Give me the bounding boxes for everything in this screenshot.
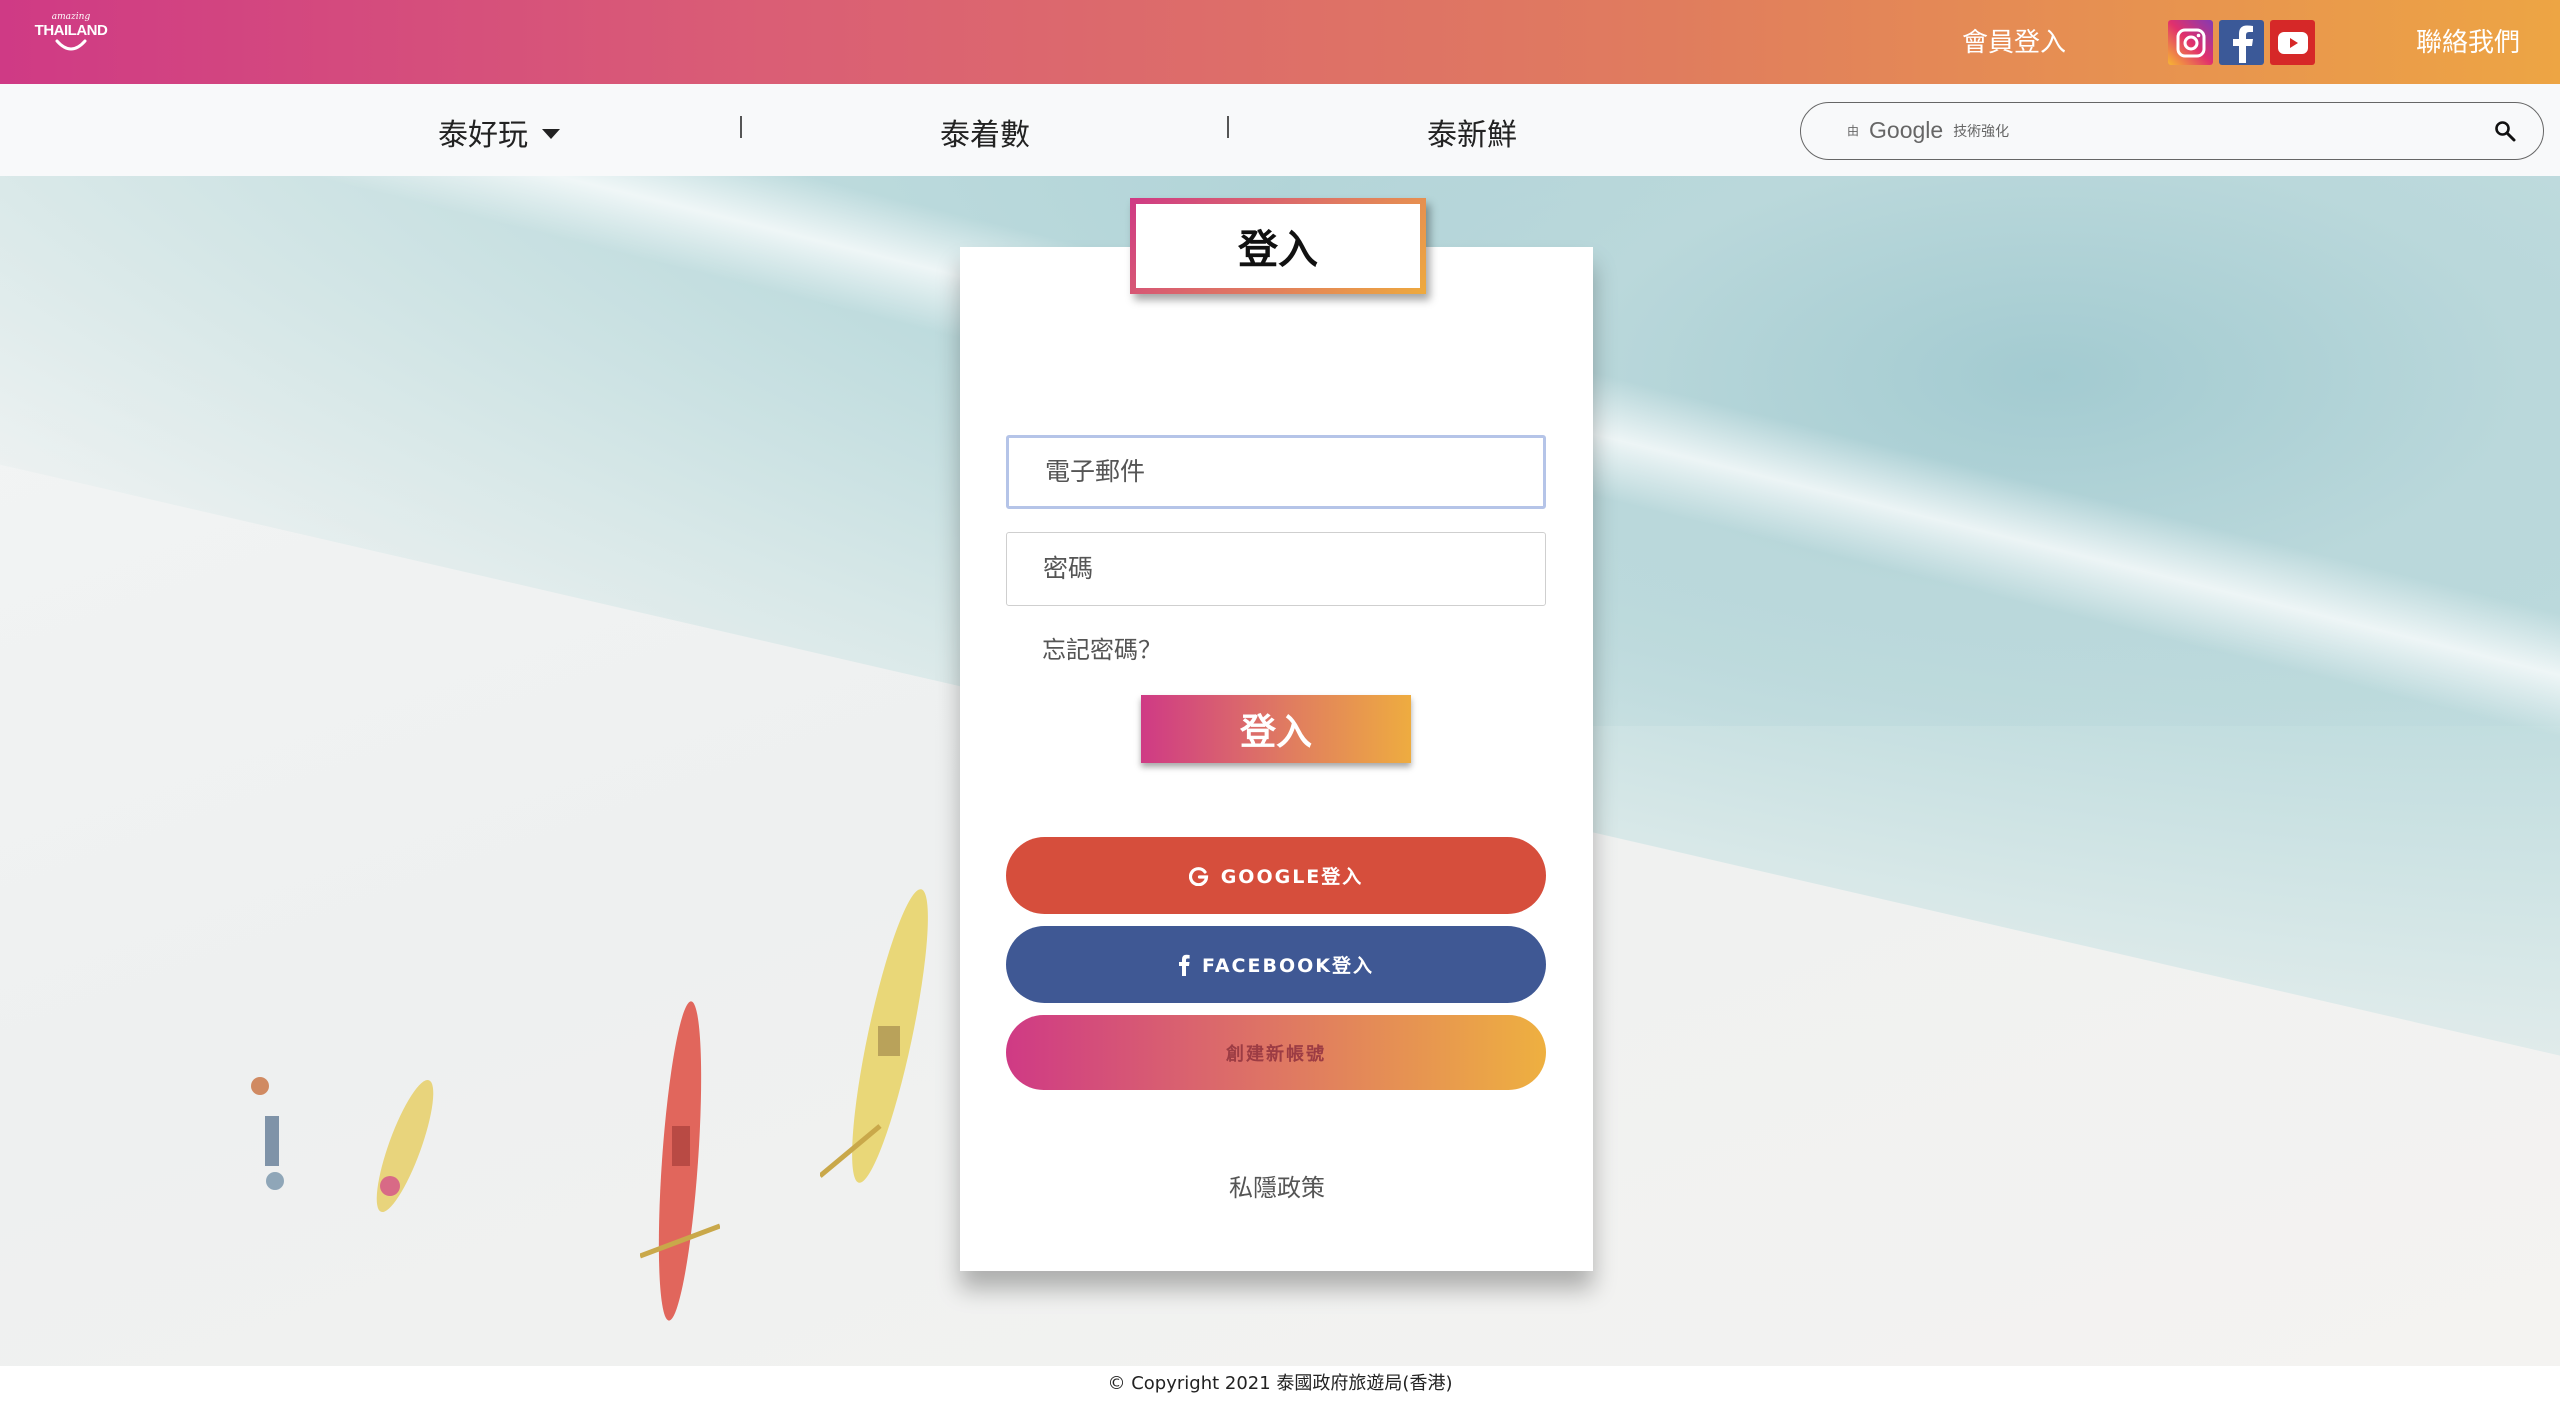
top-header: amazing THAILAND 會員登入 聯絡我們	[0, 0, 2560, 84]
red-kayak	[640, 1001, 720, 1321]
beach-people	[251, 1077, 284, 1190]
password-field[interactable]: 密碼	[1006, 532, 1546, 606]
search-brand-prefix: 由	[1847, 124, 1860, 138]
login-title-box: 登入	[1130, 198, 1426, 294]
email-field[interactable]: 電子郵件	[1006, 435, 1546, 509]
facebook-login-button[interactable]: FACEBOOK登入	[1006, 926, 1546, 1003]
search-brand-suffix: 技術強化	[1953, 123, 2010, 140]
facebook-f-icon	[1179, 954, 1190, 976]
logo-small-text: amazing	[51, 12, 91, 22]
google-login-label: GOOGLE登入	[1220, 866, 1364, 888]
google-login-button[interactable]: GOOGLE登入	[1006, 837, 1546, 914]
instagram-icon[interactable]	[2168, 20, 2213, 65]
logo-big-text: THAILAND	[34, 22, 108, 39]
nav-item-deals[interactable]: 泰着數	[940, 110, 1030, 154]
nav-item-play[interactable]: 泰好玩	[438, 110, 560, 154]
google-wordmark: Google	[1869, 117, 1944, 143]
privacy-policy-link[interactable]: 私隱政策	[1229, 1168, 1325, 1203]
small-yellow-kayak	[376, 1079, 434, 1213]
amazing-thailand-logo[interactable]: amazing THAILAND	[30, 12, 112, 72]
nav-item-label: 泰好玩	[438, 118, 528, 153]
login-button[interactable]: 登入	[1141, 695, 1411, 763]
google-g-icon	[1188, 866, 1208, 886]
member-login-link[interactable]: 會員登入	[1962, 22, 2066, 59]
site-search-input[interactable]: 由 Google 技術強化	[1800, 102, 2544, 160]
main-nav: 泰好玩 泰着數 泰新鮮 由 Google 技術強化	[0, 84, 2560, 176]
caret-down-icon	[542, 128, 560, 139]
contact-us-link[interactable]: 聯絡我們	[2416, 22, 2520, 59]
facebook-icon[interactable]	[2219, 20, 2264, 65]
yellow-kayak	[820, 889, 928, 1183]
footer-copyright: © Copyright 2021 泰國政府旅遊局(香港)	[0, 1366, 2560, 1401]
login-title: 登入	[1136, 204, 1420, 288]
nav-divider	[1227, 116, 1229, 138]
google-branding: 由 Google 技術強化	[1847, 117, 2009, 144]
search-icon[interactable]	[2493, 119, 2517, 143]
youtube-icon[interactable]	[2270, 20, 2315, 65]
forgot-password-link[interactable]: 忘記密碼？	[1042, 630, 1162, 665]
nav-divider	[740, 116, 742, 138]
logo-smile-icon	[55, 39, 87, 51]
create-account-button[interactable]: 創建新帳號	[1006, 1015, 1546, 1090]
nav-item-news[interactable]: 泰新鮮	[1427, 110, 1517, 154]
facebook-login-label: FACEBOOK登入	[1202, 955, 1374, 977]
